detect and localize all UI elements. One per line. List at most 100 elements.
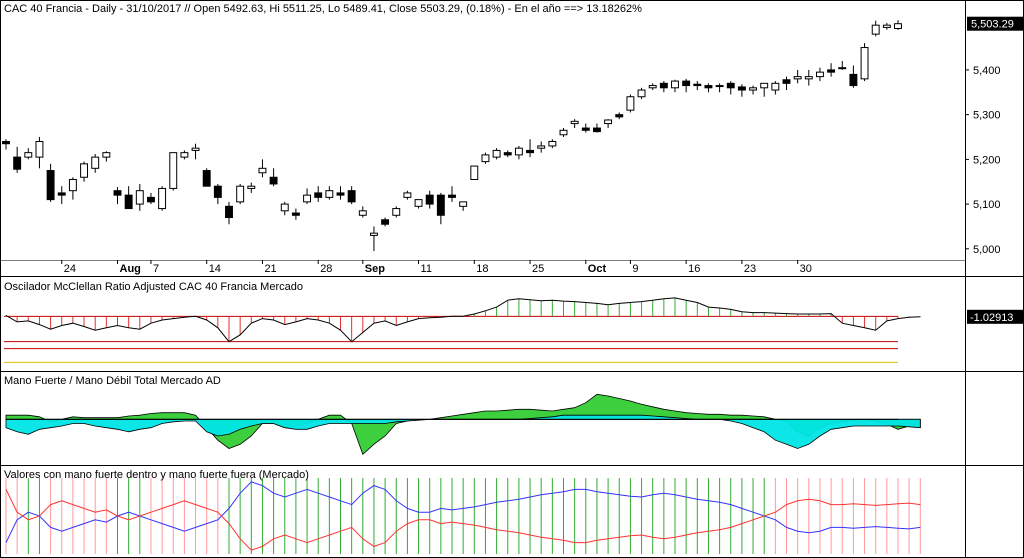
candle-body: [570, 120, 579, 125]
candle-body: [414, 199, 423, 207]
candle-body: [102, 152, 111, 158]
candle-body: [146, 196, 155, 203]
candle-body: [303, 194, 312, 203]
date-x-tick-label: 18: [476, 263, 488, 275]
candle-body: [158, 187, 167, 210]
candle-body: [381, 219, 390, 225]
candle-body: [225, 205, 233, 219]
candle-body: [481, 154, 490, 163]
price-y-tick-label: 5,300: [973, 110, 1001, 122]
candle-body: [894, 23, 902, 29]
candle-body: [135, 190, 144, 205]
price-y-tick-label: 5,000: [973, 244, 1001, 256]
candle-body: [559, 129, 568, 136]
candle-body: [2, 140, 10, 145]
candle-body: [514, 147, 523, 156]
last-price-marker: 5,503.29: [967, 16, 1023, 31]
candle-body: [503, 152, 512, 156]
candle-body: [403, 192, 412, 198]
candle-body: [24, 152, 33, 158]
candle-body: [269, 176, 278, 185]
candle-body: [258, 167, 267, 174]
candle-body: [659, 82, 668, 89]
price-y-tick-label: 5,200: [973, 154, 1001, 166]
candle-body: [693, 83, 702, 87]
candle-body: [615, 114, 624, 118]
candle-body: [314, 192, 323, 198]
candle-body: [124, 194, 133, 210]
date-x-tick-label: 21: [264, 263, 276, 275]
date-x-tick-label: 9: [632, 263, 638, 275]
candle-body: [704, 85, 713, 89]
candle-body: [682, 80, 691, 87]
candle-body: [336, 192, 345, 196]
candle-body: [91, 156, 100, 169]
candle-body: [604, 119, 613, 125]
candle-body: [671, 80, 679, 89]
candle-body: [626, 96, 635, 111]
candle-body: [369, 232, 378, 236]
candle-body: [827, 69, 836, 73]
candle-body: [749, 87, 758, 91]
candle-body: [13, 156, 22, 170]
candle-body: [448, 194, 456, 198]
candle-body: [581, 127, 590, 131]
candle-body: [648, 85, 657, 89]
date-x-tick-label: 14: [209, 263, 221, 275]
candle-body: [871, 24, 880, 35]
candle-body: [392, 208, 401, 216]
candle-body: [526, 149, 535, 154]
candle-body: [291, 212, 300, 216]
candle-body: [202, 170, 211, 187]
mcclellan-title: Oscilador McClellan Ratio Adjusted CAC 4…: [4, 281, 303, 293]
candle-body: [726, 82, 735, 89]
date-x-tick-label: 16: [688, 263, 700, 275]
candle-body: [737, 86, 746, 91]
price-y-tick-label: 5,400: [973, 65, 1001, 77]
candle-body: [46, 170, 55, 201]
candle-body: [838, 67, 847, 70]
date-x-tick-label: 25: [532, 263, 544, 275]
candle-body: [492, 149, 501, 158]
mcclellan-last-label: -1.02913: [970, 312, 1013, 324]
candle-body: [849, 73, 858, 87]
candle-body: [80, 163, 89, 178]
price-y-tick-label: 5,100: [973, 199, 1001, 211]
candle-body: [236, 185, 245, 203]
candle-body: [760, 82, 769, 89]
candle-body: [793, 76, 802, 80]
date-x-tick-label: Oct: [588, 263, 607, 275]
candle-body: [882, 24, 891, 28]
mcclellan-last-marker: -1.02913: [967, 309, 1024, 324]
candle-body: [57, 192, 66, 196]
price-title: CAC 40 Francia - Daily - 31/10/2017 // O…: [4, 3, 642, 15]
candle-body: [470, 165, 479, 180]
valores-title: Valores con mano fuerte dentro y mano fu…: [4, 469, 309, 481]
date-x-tick-label: 30: [800, 263, 812, 275]
candle-body: [113, 190, 122, 196]
date-x-tick-label: Aug: [120, 263, 141, 275]
last-price-label: 5,503.29: [971, 19, 1014, 31]
date-x-tick-label: Sep: [365, 263, 385, 275]
candle-body: [280, 203, 289, 212]
candle-body: [592, 127, 601, 133]
candle-body: [247, 185, 256, 189]
candle-body: [637, 89, 646, 98]
candle-body: [325, 190, 334, 198]
candle-body: [715, 85, 724, 88]
date-x-tick-label: 7: [153, 263, 159, 275]
date-x-tick-label: 23: [744, 263, 756, 275]
candle-body: [804, 76, 813, 80]
candle-body: [815, 71, 824, 78]
candle-body: [68, 178, 77, 192]
candle-body: [169, 152, 178, 189]
chart-area: 5,000 5,100 5,200 5,300 5,400 24 Aug 7 14 21 28 Se…: [0, 0, 1024, 558]
date-x-tick-label: 11: [421, 263, 432, 275]
candle-body: [436, 194, 445, 216]
candle-body: [860, 47, 869, 80]
candle-body: [537, 145, 546, 149]
candle-body: [191, 147, 200, 151]
mano-fuerte-title: Mano Fuerte / Mano Débil Total Mercado A…: [4, 375, 221, 387]
date-x-tick-label: 24: [64, 263, 76, 275]
date-x-tick-label: 28: [320, 263, 332, 275]
